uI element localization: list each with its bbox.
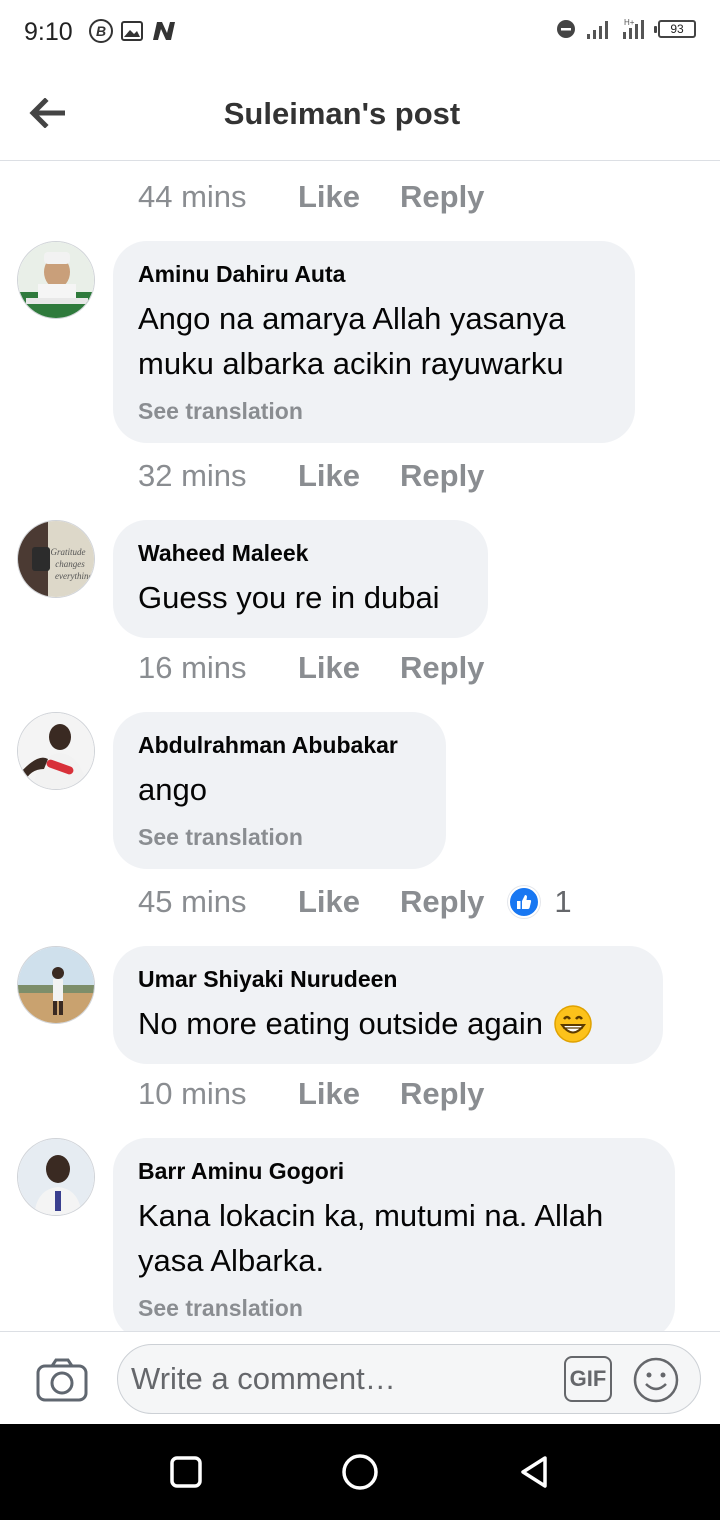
grinning-emoji-icon bbox=[554, 1004, 592, 1043]
comment-time: 16 mins bbox=[138, 650, 247, 685]
camera-icon bbox=[36, 1358, 88, 1402]
comment-time: 45 mins bbox=[138, 884, 247, 919]
comment-author[interactable]: Waheed Maleek bbox=[138, 540, 462, 567]
comment-text: Guess you re in dubai bbox=[138, 575, 462, 620]
smiley-icon bbox=[633, 1357, 679, 1403]
like-button[interactable]: Like bbox=[298, 1076, 360, 1112]
emoji-button[interactable] bbox=[632, 1356, 680, 1404]
back-icon bbox=[521, 1456, 547, 1488]
battery-icon: 93 bbox=[654, 20, 696, 38]
reaction-summary[interactable]: 1 bbox=[508, 884, 572, 920]
signal-icon bbox=[587, 21, 608, 39]
comment-author[interactable]: Abdulrahman Abubakar bbox=[138, 732, 420, 759]
reply-button[interactable]: Reply bbox=[400, 650, 484, 686]
avatar[interactable] bbox=[17, 1138, 95, 1216]
comment-text-line: Ango na amarya Allah yasanya bbox=[138, 301, 566, 336]
comment-text-line: muku albarka acikin rayuwarku bbox=[138, 346, 564, 381]
like-button[interactable]: Like bbox=[298, 650, 360, 686]
comment-author[interactable]: Barr Aminu Gogori bbox=[138, 1158, 649, 1185]
recent-apps-icon bbox=[170, 1456, 202, 1488]
system-nav-bar bbox=[0, 1424, 720, 1520]
svg-text:Gratitude: Gratitude bbox=[51, 547, 86, 557]
svg-text:B: B bbox=[96, 23, 106, 39]
thumbs-up-icon bbox=[508, 886, 541, 918]
comment-composer: GIF bbox=[0, 1331, 720, 1424]
comment-text-line: No more eating outside again bbox=[138, 1006, 543, 1041]
comment-bubble[interactable]: Abdulrahman Abubakar ango See translatio… bbox=[113, 712, 446, 869]
comment-text: Kana lokacin ka, mutumi na. Allah yasa A… bbox=[138, 1193, 649, 1283]
like-button[interactable]: Like bbox=[298, 179, 360, 215]
comment-text-line: Guess you re in dubai bbox=[138, 580, 440, 615]
avatar[interactable]: Gratitude changes everything bbox=[17, 520, 95, 598]
comment-bubble[interactable]: Waheed Maleek Guess you re in dubai bbox=[113, 520, 488, 638]
see-translation-link[interactable]: See translation bbox=[138, 1295, 649, 1322]
comment-text-line: ango bbox=[138, 772, 207, 807]
recent-apps-button[interactable] bbox=[162, 1448, 210, 1496]
reply-button[interactable]: Reply bbox=[400, 179, 484, 215]
signal-icon: H+ bbox=[623, 18, 644, 39]
svg-text:H+: H+ bbox=[624, 18, 635, 27]
reply-button[interactable]: Reply bbox=[400, 458, 484, 494]
b-circle-icon: B bbox=[89, 19, 113, 43]
comment-time: 32 mins bbox=[138, 458, 247, 493]
comments-feed[interactable]: 44 mins Like Reply Aminu Dahiru Auta Ang… bbox=[0, 161, 720, 1331]
svg-text:changes: changes bbox=[55, 559, 85, 569]
comment-time: 44 mins bbox=[138, 179, 247, 214]
comment-text: No more eating outside again bbox=[138, 1001, 637, 1046]
comment-bubble[interactable]: Umar Shiyaki Nurudeen No more eating out… bbox=[113, 946, 663, 1064]
gif-button[interactable]: GIF bbox=[564, 1356, 612, 1402]
comment-meta: 45 mins Like Reply 1 bbox=[138, 884, 572, 920]
comment-text-line: Kana lokacin ka, mutumi na. Allah bbox=[138, 1198, 604, 1233]
page-title: Suleiman's post bbox=[223, 96, 461, 131]
comment-input-container: GIF bbox=[117, 1344, 701, 1414]
dnd-icon bbox=[557, 20, 575, 38]
svg-text:everything: everything bbox=[55, 571, 93, 581]
status-system-icons: H+ 93 bbox=[556, 18, 696, 40]
home-icon bbox=[342, 1454, 378, 1490]
comment-meta: 44 mins Like Reply bbox=[138, 179, 484, 215]
comment-bubble[interactable]: Barr Aminu Gogori Kana lokacin ka, mutum… bbox=[113, 1138, 675, 1331]
comment-author[interactable]: Aminu Dahiru Auta bbox=[138, 261, 609, 288]
camera-button[interactable] bbox=[36, 1358, 88, 1402]
comment-meta: 16 mins Like Reply bbox=[138, 650, 484, 686]
status-notification-icons: B bbox=[88, 18, 178, 44]
nav-back-button[interactable] bbox=[510, 1448, 558, 1496]
comment-meta: 10 mins Like Reply bbox=[138, 1076, 484, 1112]
see-translation-link[interactable]: See translation bbox=[138, 824, 420, 851]
comment-text: ango bbox=[138, 767, 420, 812]
reaction-count: 1 bbox=[554, 884, 572, 919]
comment-bubble[interactable]: Aminu Dahiru Auta Ango na amarya Allah y… bbox=[113, 241, 635, 443]
avatar[interactable] bbox=[17, 712, 95, 790]
n-logo-icon bbox=[153, 22, 175, 40]
reply-button[interactable]: Reply bbox=[400, 884, 484, 920]
comment-text: Ango na amarya Allah yasanya muku albark… bbox=[138, 296, 609, 386]
reply-button[interactable]: Reply bbox=[400, 1076, 484, 1112]
avatar[interactable] bbox=[17, 241, 95, 319]
comment-meta: 32 mins Like Reply bbox=[138, 458, 484, 494]
comment-input[interactable] bbox=[131, 1345, 551, 1413]
status-time: 9:10 bbox=[24, 18, 73, 46]
home-button[interactable] bbox=[336, 1448, 384, 1496]
gallery-icon bbox=[121, 21, 143, 41]
comment-author[interactable]: Umar Shiyaki Nurudeen bbox=[138, 966, 637, 993]
post-header: Suleiman's post bbox=[0, 64, 720, 161]
comment-text-line: yasa Albarka. bbox=[138, 1243, 325, 1278]
see-translation-link[interactable]: See translation bbox=[138, 398, 609, 425]
like-button[interactable]: Like bbox=[298, 884, 360, 920]
avatar[interactable] bbox=[17, 946, 95, 1024]
status-bar: 9:10 B H+ 93 bbox=[0, 0, 720, 64]
comment-time: 10 mins bbox=[138, 1076, 247, 1111]
like-button[interactable]: Like bbox=[298, 458, 360, 494]
